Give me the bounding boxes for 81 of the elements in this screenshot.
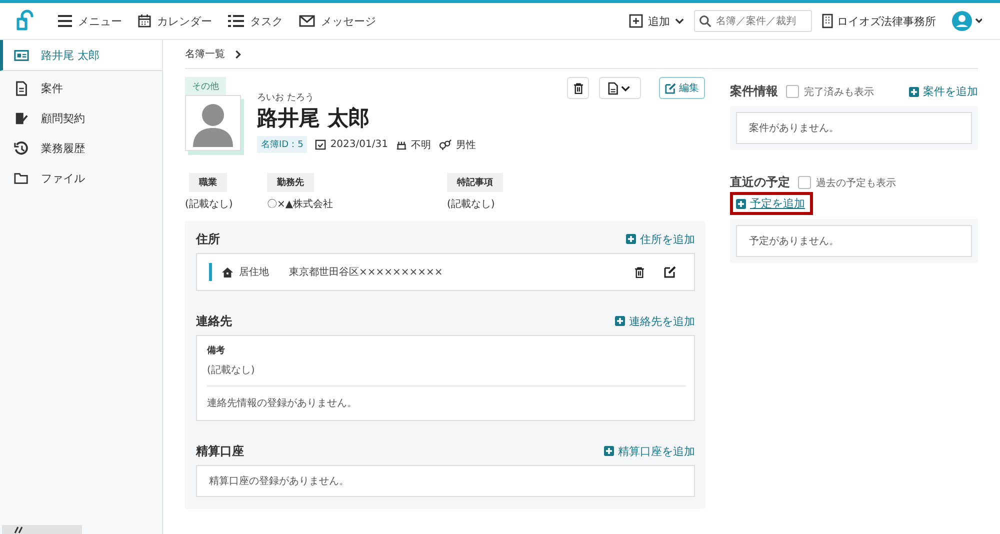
id-badge: 名簿ID：5	[257, 136, 308, 153]
user-avatar-icon[interactable]	[952, 11, 982, 31]
envelope-icon	[299, 15, 315, 27]
chevron-icon	[235, 50, 241, 58]
category-tag: その他	[185, 77, 226, 96]
field-value: (記載なし)	[447, 198, 495, 211]
person-name: 路井尾 太郎	[257, 105, 370, 132]
nav-link[interactable]: タスク	[228, 14, 283, 28]
field-label: 職業	[189, 173, 227, 192]
delete-icon[interactable]	[635, 266, 644, 278]
add-link[interactable]: 精算口座を追加	[604, 444, 695, 458]
plus-icon	[604, 446, 614, 456]
sidebar-item[interactable]: ファイル	[0, 163, 162, 193]
checkbox-label: 完了済みも表示	[804, 86, 874, 98]
section-title: 住所	[196, 230, 220, 248]
sidebar-item[interactable]: 業務履歴	[0, 133, 162, 163]
section-title: 連絡先	[196, 312, 232, 330]
field-value: 〇×▲株式会社	[267, 198, 334, 211]
breadcrumb-link[interactable]: 名簿一覧	[185, 47, 225, 61]
office-link[interactable]: ロイオズ法律事務所	[822, 13, 936, 29]
cake-icon	[396, 139, 407, 150]
plus-icon	[615, 316, 625, 326]
search-field[interactable]: 名簿／案件／裁判	[694, 10, 812, 32]
plus-square-icon	[629, 14, 643, 28]
registered-date: 2023/01/31	[330, 139, 388, 150]
caret-icon	[675, 18, 684, 24]
empty-message: 精算口座の登録がありません。	[209, 476, 349, 487]
document-dropdown-button[interactable]	[599, 77, 641, 99]
document-caret-icon	[608, 82, 632, 94]
checkbox[interactable]	[786, 85, 799, 98]
section-title: 直近の予定	[730, 174, 790, 191]
empty-message: 案件がありません。	[749, 123, 839, 134]
add-link[interactable]: 案件を追加	[909, 84, 978, 99]
age-text: 不明	[410, 138, 431, 152]
checkbox-label: 過去の予定も表示	[816, 176, 896, 190]
document-icon	[14, 80, 29, 96]
menu-icon	[58, 15, 72, 27]
empty-message: 予定がありません。	[749, 236, 839, 247]
delete-button[interactable]	[567, 77, 589, 99]
nav-link[interactable]: メッセージ	[299, 14, 376, 28]
note-label: 備考	[207, 344, 226, 357]
add-link[interactable]: 予定を追加	[730, 192, 813, 215]
sidebar-item[interactable]: 路井尾 太郎	[0, 40, 162, 71]
calendar-icon	[138, 14, 151, 28]
add-link[interactable]: 住所を追加	[626, 232, 695, 246]
building-icon	[822, 13, 833, 29]
list-icon	[228, 15, 244, 27]
id-card-icon	[14, 48, 29, 62]
sidebar-item[interactable]: 案件	[0, 73, 162, 103]
folder-icon	[14, 170, 29, 186]
nav-link[interactable]: メニュー	[58, 14, 122, 28]
field-value: (記載なし)	[185, 198, 233, 211]
calendar-check-icon	[315, 139, 326, 150]
address-value: 東京都世田谷区××××××××××	[289, 266, 443, 279]
section-title: 精算口座	[196, 442, 244, 460]
checkbox[interactable]	[798, 176, 811, 189]
field-label: 勤務先	[267, 173, 314, 192]
plus-icon	[626, 234, 636, 244]
history-icon	[14, 140, 29, 156]
empty-message: 連絡先情報の登録がありません。	[207, 385, 686, 420]
gender-text: 男性	[456, 138, 476, 152]
field-label: 特記事項	[447, 173, 503, 192]
add-link[interactable]: 連絡先を追加	[615, 314, 695, 328]
collapse-tab[interactable]	[2, 525, 82, 534]
gender-icon	[438, 139, 452, 150]
home-icon	[222, 266, 233, 278]
address-type: 居住地	[239, 266, 269, 279]
sidebar-item[interactable]: 顧問契約	[0, 103, 162, 133]
section-title: 案件情報	[730, 83, 778, 100]
note-value: (記載なし)	[207, 364, 256, 377]
add-button[interactable]: 追加	[629, 14, 684, 28]
nav-link[interactable]: カレンダー	[138, 14, 212, 28]
plus-icon	[909, 86, 919, 96]
trash-icon	[574, 82, 582, 94]
edit-button[interactable]: 編集	[659, 77, 705, 99]
avatar-silhouette	[185, 95, 241, 151]
signature-icon	[14, 110, 29, 126]
name-reading: ろいお たろう	[257, 92, 315, 104]
edit-icon	[665, 82, 676, 94]
edit-icon[interactable]	[664, 266, 676, 278]
plus-icon	[736, 198, 746, 208]
